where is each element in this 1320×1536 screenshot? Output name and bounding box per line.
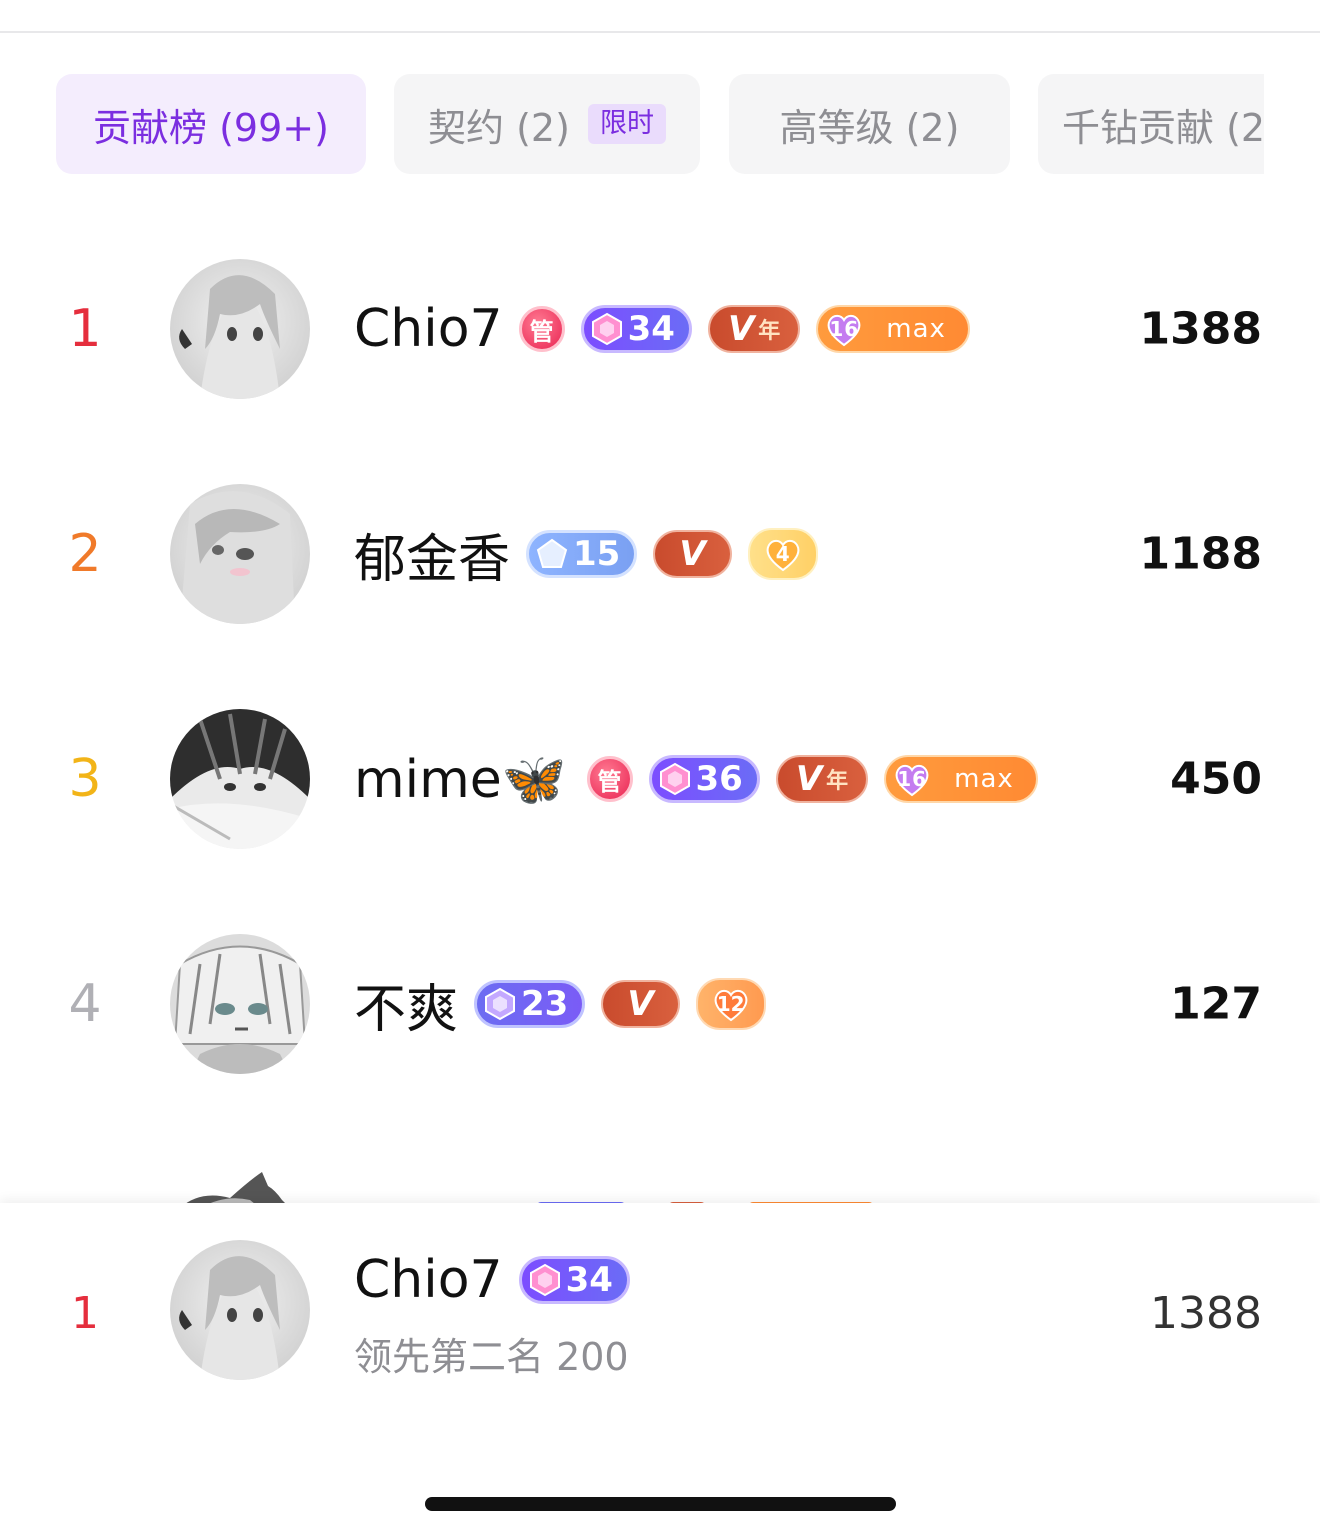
user-info: 不爽 23 V 12 — [354, 964, 766, 1044]
user-info: mime🦋 管 36 V年 16 max — [354, 739, 1038, 819]
vip-letter: V — [679, 534, 706, 574]
home-indicator[interactable] — [425, 1497, 896, 1511]
limited-time-tag: 限时 — [587, 104, 666, 144]
intimacy-badge: 4 — [747, 528, 818, 580]
fan-max-text: max — [954, 764, 1014, 794]
my-score: 1388 — [1150, 1288, 1262, 1339]
vip-letter: V — [627, 984, 654, 1024]
admin-badge: 管 — [586, 756, 633, 802]
level-badge: 36 — [648, 755, 760, 803]
top-divider — [0, 31, 1320, 33]
intimacy-badge: 12 — [695, 978, 766, 1030]
my-username: Chio7 — [354, 1250, 503, 1310]
score: 1188 — [1139, 528, 1262, 580]
my-rank-panel: 1 Chio7 34 领先第二名 200 1388 — [0, 1203, 1320, 1536]
vip-year-badge: V年 — [775, 755, 869, 803]
rank-number: 2 — [68, 524, 102, 584]
gem-icon — [536, 538, 568, 568]
user-info: 郁金香 15 V 4 — [354, 514, 818, 594]
avatar[interactable] — [170, 259, 310, 399]
level-badge: 23 — [474, 980, 586, 1028]
next-row-peek — [0, 1150, 1320, 1208]
gem-icon — [485, 987, 516, 1021]
rank-number: 4 — [68, 974, 102, 1034]
username: 郁金香 — [354, 529, 511, 590]
avatar[interactable] — [170, 484, 310, 624]
avatar[interactable] — [170, 934, 310, 1074]
tab-label: 贡献榜 (99+) — [93, 105, 329, 150]
rank-number: 3 — [68, 749, 102, 809]
gem-icon — [659, 762, 690, 796]
ranking-row[interactable]: 4 不爽 23 V 12 127 — [0, 924, 1320, 1084]
score: 450 — [1170, 753, 1262, 805]
level-number: 34 — [565, 1260, 613, 1300]
score: 1388 — [1139, 303, 1262, 355]
user-info: Chio7 管 34 V年 16 max — [354, 289, 970, 369]
vip-year-badge: V年 — [707, 305, 801, 353]
username: mime🦋 — [354, 749, 567, 810]
level-badge: 15 — [526, 530, 638, 578]
my-rank-row[interactable]: 1 Chio7 34 领先第二名 200 1388 — [0, 1240, 1320, 1390]
my-level-badge: 34 — [518, 1256, 630, 1304]
fan-level: 16 — [897, 767, 928, 791]
admin-badge: 管 — [518, 306, 565, 352]
avatar[interactable] — [170, 709, 310, 849]
lead-subtitle: 领先第二名 200 — [354, 1335, 629, 1379]
gem-icon — [529, 1263, 560, 1297]
tab-contract[interactable]: 契约 (2) 限时 — [394, 74, 700, 174]
tab-diamond-contribution[interactable]: 千钻贡献 (2 — [1038, 74, 1264, 174]
fan-club-badge: 16 max — [816, 305, 970, 353]
tab-bar: 贡献榜 (99+) 契约 (2) 限时 高等级 (2) 千钻贡献 (2 — [0, 74, 1264, 174]
level-number: 34 — [627, 309, 675, 349]
vip-year-label: 年 — [758, 319, 781, 344]
score: 127 — [1170, 978, 1262, 1030]
vip-badge: V — [601, 980, 680, 1028]
ranking-row[interactable]: 3 mime🦋 管 36 V年 16 max 450 — [0, 699, 1320, 859]
tab-high-level[interactable]: 高等级 (2) — [729, 74, 1010, 174]
fan-level: 16 — [829, 317, 860, 341]
level-number: 36 — [695, 759, 743, 799]
level-number: 15 — [573, 534, 621, 574]
vip-badge: V — [653, 530, 732, 578]
tab-label: 契约 (2) — [428, 105, 570, 150]
vip-letter: V — [727, 309, 755, 349]
ranking-row[interactable]: 2 郁金香 15 V 4 1188 — [0, 474, 1320, 634]
username: 不爽 — [354, 979, 459, 1040]
heart-icon: 12 — [711, 984, 751, 1024]
tab-label: 千钻贡献 (2 — [1062, 105, 1264, 150]
fan-max-text: max — [886, 314, 946, 344]
my-rank-number: 1 — [71, 1288, 99, 1339]
gem-icon — [591, 312, 622, 346]
rank-number: 1 — [68, 299, 102, 359]
heart-level: 12 — [716, 992, 745, 1016]
tab-contribution[interactable]: 贡献榜 (99+) — [56, 74, 366, 174]
my-avatar[interactable] — [170, 1240, 310, 1380]
level-number: 23 — [521, 984, 569, 1024]
ranking-row[interactable]: 1 Chio7 管 34 V年 16 max 1388 — [0, 249, 1320, 409]
heart-level: 4 — [775, 542, 790, 566]
vip-letter: V — [795, 759, 823, 799]
username: Chio7 — [354, 299, 503, 359]
fan-club-badge: 16 max — [884, 755, 1038, 803]
heart-icon: 16 — [824, 309, 864, 349]
heart-icon: 4 — [763, 534, 803, 574]
heart-icon: 16 — [892, 759, 932, 799]
vip-year-label: 年 — [826, 769, 849, 794]
my-user-info: Chio7 34 — [354, 1248, 630, 1312]
level-badge: 34 — [580, 305, 692, 353]
tab-label: 高等级 (2) — [779, 105, 960, 150]
